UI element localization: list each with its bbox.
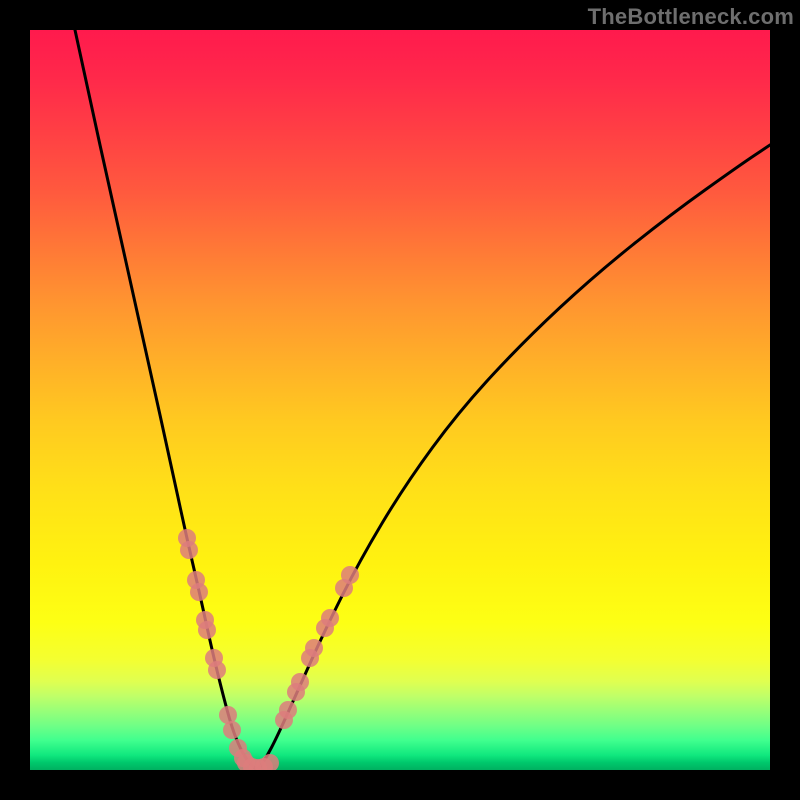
data-point	[223, 721, 241, 739]
data-point	[291, 673, 309, 691]
data-point	[261, 754, 279, 770]
data-point	[321, 609, 339, 627]
watermark-text: TheBottleneck.com	[588, 4, 794, 30]
curve-left-branch	[75, 30, 258, 770]
chart-svg	[30, 30, 770, 770]
data-point	[208, 661, 226, 679]
data-point	[279, 701, 297, 719]
data-point	[341, 566, 359, 584]
data-point	[305, 639, 323, 657]
data-point	[180, 541, 198, 559]
data-point	[190, 583, 208, 601]
curve-right-branch	[258, 145, 770, 770]
data-point	[198, 621, 216, 639]
